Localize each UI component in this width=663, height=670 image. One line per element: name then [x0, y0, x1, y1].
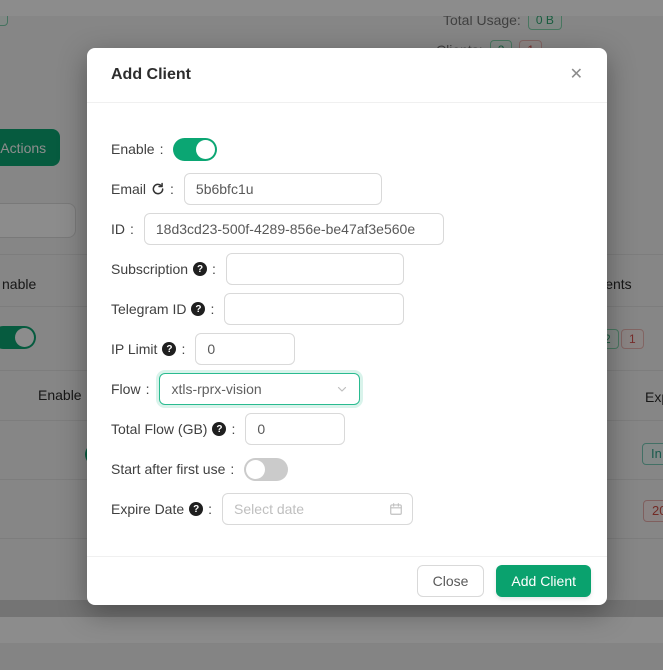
expire-date-label-text: Expire Date	[111, 501, 184, 517]
field-total-flow: Total Flow (GB) ?:	[111, 413, 583, 445]
add-client-modal: Add Client ✕ Enable: Email :	[87, 48, 607, 605]
start-after-first-use-toggle[interactable]	[244, 458, 288, 481]
colon: :	[210, 301, 214, 317]
telegram-id-label-text: Telegram ID	[111, 301, 186, 317]
field-flow: Flow: xtls-rprx-vision	[111, 373, 583, 405]
close-button[interactable]: Close	[417, 565, 485, 597]
ip-limit-input[interactable]	[195, 333, 295, 365]
expire-date-label: Expire Date ?:	[111, 501, 212, 517]
help-icon[interactable]: ?	[189, 502, 203, 516]
telegram-id-input[interactable]	[224, 293, 404, 325]
email-label-text: Email	[111, 181, 146, 197]
email-input[interactable]	[184, 173, 382, 205]
ip-limit-label: IP Limit ?:	[111, 341, 185, 357]
help-icon[interactable]: ?	[193, 262, 207, 276]
modal-title: Add Client	[111, 66, 191, 84]
subscription-label-text: Subscription	[111, 261, 188, 277]
flow-select-value: xtls-rprx-vision	[171, 381, 261, 397]
id-label-text: ID	[111, 221, 125, 237]
colon: :	[212, 261, 216, 277]
refresh-icon[interactable]	[151, 182, 165, 196]
flow-label-text: Flow	[111, 381, 141, 397]
field-enable: Enable:	[111, 133, 583, 165]
help-icon[interactable]: ?	[212, 422, 226, 436]
close-icon[interactable]: ✕	[570, 67, 583, 83]
expire-date-picker[interactable]	[222, 493, 413, 525]
help-icon[interactable]: ?	[191, 302, 205, 316]
modal-footer: Close Add Client	[87, 556, 607, 605]
calendar-icon	[389, 502, 403, 516]
email-label: Email :	[111, 181, 174, 197]
total-flow-label: Total Flow (GB) ?:	[111, 421, 235, 437]
colon: :	[160, 141, 164, 157]
subscription-label: Subscription ?:	[111, 261, 216, 277]
ip-limit-label-text: IP Limit	[111, 341, 157, 357]
expire-date-input[interactable]	[222, 493, 413, 525]
field-subscription: Subscription ?:	[111, 253, 583, 285]
field-ip-limit: IP Limit ?:	[111, 333, 583, 365]
screen: Total Usage: 0 B Clients: 2 1 l Actions …	[0, 0, 663, 670]
colon: :	[146, 381, 150, 397]
modal-header: Add Client ✕	[87, 48, 607, 103]
modal-body: Enable: Email : ID:	[87, 103, 607, 525]
enable-toggle[interactable]	[173, 138, 217, 161]
toggle-knob	[246, 460, 265, 479]
colon: :	[231, 421, 235, 437]
id-label: ID:	[111, 221, 134, 237]
id-input[interactable]	[144, 213, 444, 245]
field-expire-date: Expire Date ?:	[111, 493, 583, 525]
field-telegram-id: Telegram ID ?:	[111, 293, 583, 325]
add-client-button[interactable]: Add Client	[496, 565, 591, 597]
total-flow-input[interactable]	[245, 413, 345, 445]
toggle-knob	[196, 140, 215, 159]
colon: :	[130, 221, 134, 237]
telegram-id-label: Telegram ID ?:	[111, 301, 214, 317]
chevron-down-icon	[336, 383, 348, 395]
colon: :	[170, 181, 174, 197]
colon: :	[181, 341, 185, 357]
colon: :	[230, 461, 234, 477]
colon: :	[208, 501, 212, 517]
field-id: ID:	[111, 213, 583, 245]
field-start-after-first-use: Start after first use:	[111, 453, 583, 485]
flow-label: Flow:	[111, 381, 149, 397]
start-after-first-use-label: Start after first use:	[111, 461, 234, 477]
subscription-input[interactable]	[226, 253, 404, 285]
help-icon[interactable]: ?	[162, 342, 176, 356]
total-flow-label-text: Total Flow (GB)	[111, 421, 207, 437]
start-after-first-use-label-text: Start after first use	[111, 461, 225, 477]
field-email: Email :	[111, 173, 583, 205]
enable-label-text: Enable	[111, 141, 155, 157]
enable-label: Enable:	[111, 141, 163, 157]
flow-select[interactable]: xtls-rprx-vision	[159, 373, 360, 405]
